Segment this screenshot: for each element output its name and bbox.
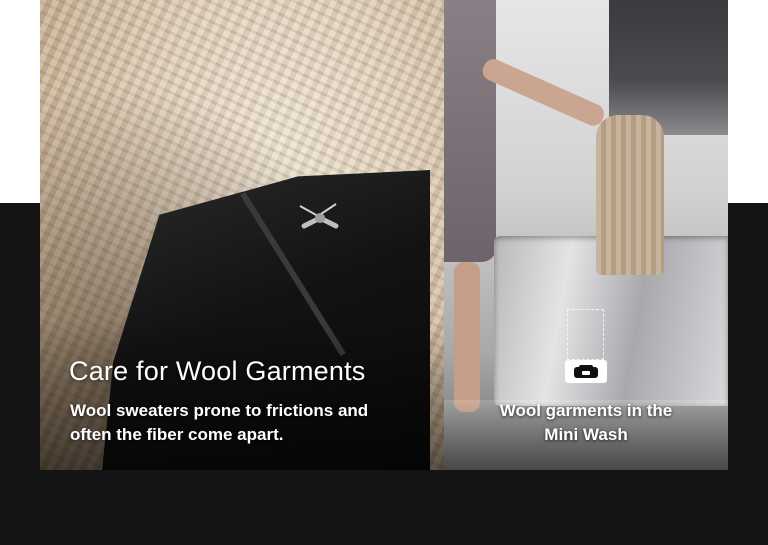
- feature-description: Wool sweaters prone to frictions and oft…: [70, 399, 410, 447]
- feature-description-line-1: Wool sweaters prone to frictions and: [70, 401, 369, 420]
- wool-sweater-photo: Care for Wool Garments Wool sweaters pro…: [40, 0, 444, 470]
- highlight-dotted-box: [567, 309, 604, 360]
- product-caption-line-1: Wool garments in the: [499, 401, 673, 420]
- mini-wash-photo: Wool garments in the Mini Wash: [444, 0, 728, 470]
- wool-garment: [596, 115, 664, 275]
- washer-icon: [574, 364, 598, 378]
- feature-description-line-2: often the fiber come apart.: [70, 425, 284, 444]
- hook-clasp-icon: [299, 203, 339, 229]
- feature-title: Care for Wool Garments: [69, 356, 366, 386]
- person-leg: [454, 262, 480, 412]
- washer-icon-badge: [565, 360, 607, 383]
- person-arm: [479, 55, 608, 129]
- bottom-gradient-overlay: [40, 320, 444, 470]
- product-caption: Wool garments in the Mini Wash: [478, 399, 694, 447]
- product-caption-line-2: Mini Wash: [544, 425, 628, 444]
- person-figure: [444, 0, 496, 262]
